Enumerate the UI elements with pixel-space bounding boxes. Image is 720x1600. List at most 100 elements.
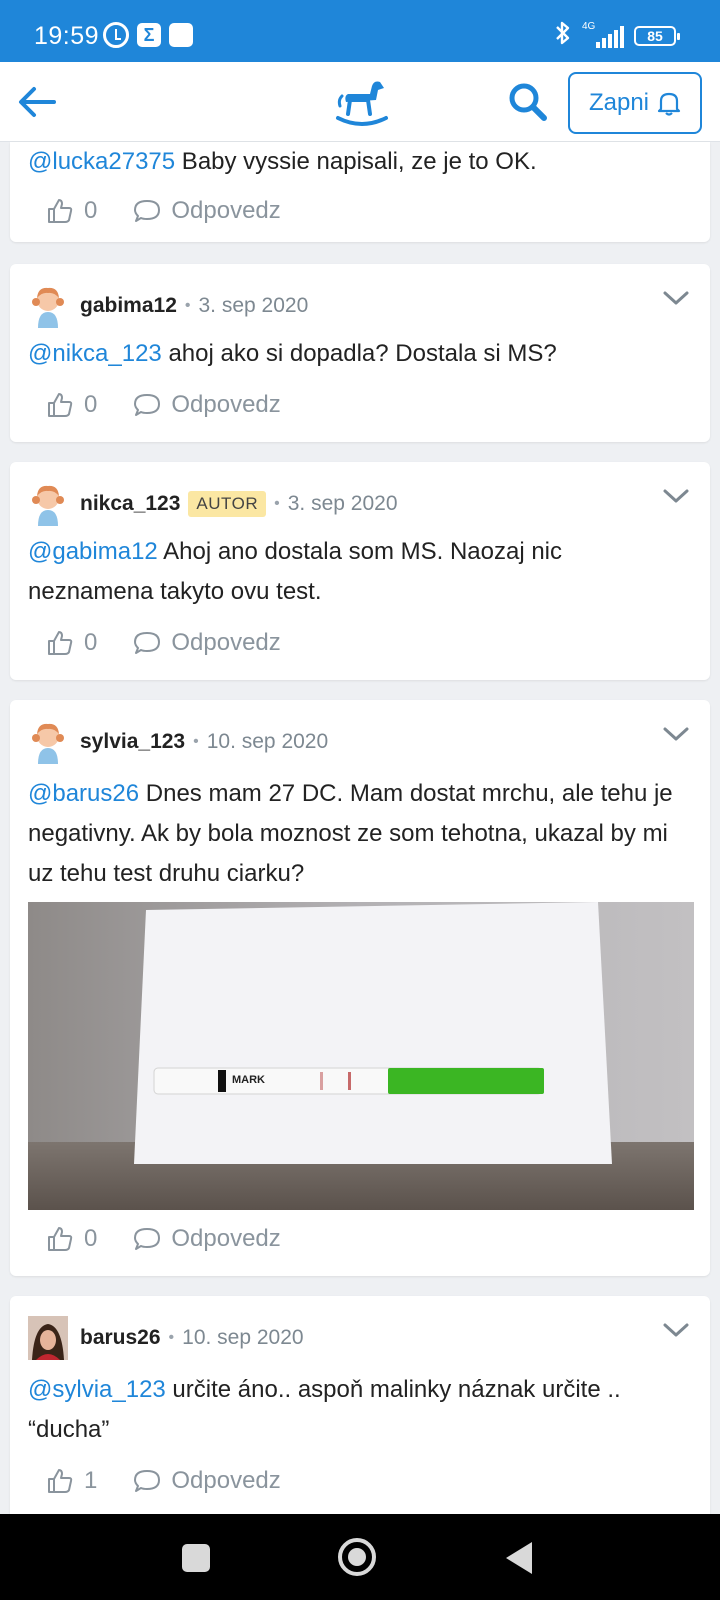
thumbs-up-icon bbox=[48, 1227, 73, 1251]
username[interactable]: barus26 bbox=[80, 1326, 161, 1350]
status-right-icons: 4G 85 bbox=[554, 20, 680, 51]
reply-button[interactable]: Odpovedz bbox=[133, 1467, 281, 1495]
speech-bubble-icon bbox=[134, 632, 161, 654]
comment-actions: 0 Odpovedz bbox=[46, 626, 281, 660]
test-mark-label: MARK bbox=[232, 1074, 265, 1086]
home-button[interactable] bbox=[338, 1538, 376, 1576]
arrow-left-icon bbox=[19, 87, 56, 117]
comment-actions: 0 Odpovedz bbox=[46, 388, 281, 422]
username[interactable]: gabima12 bbox=[80, 294, 177, 318]
speech-bubble-icon bbox=[134, 1228, 161, 1250]
avatar[interactable] bbox=[28, 1316, 68, 1360]
reply-button[interactable]: Odpovedz bbox=[133, 197, 281, 225]
separator-dot: • bbox=[274, 495, 280, 512]
speech-bubble-icon bbox=[134, 394, 161, 416]
chevron-down-icon[interactable] bbox=[662, 724, 690, 744]
network-type: 4G bbox=[582, 20, 596, 32]
like-button[interactable]: 0 bbox=[46, 391, 97, 419]
comment-date: 10. sep 2020 bbox=[182, 1326, 304, 1349]
comment-body: ahoj ako si dopadla? Dostala si MS? bbox=[161, 340, 557, 367]
attached-photo[interactable]: MARK bbox=[28, 902, 694, 1210]
app-bar: Zapni bbox=[0, 62, 720, 142]
speech-bubble-icon bbox=[134, 200, 161, 222]
status-time: 19:59 bbox=[34, 22, 100, 50]
comment-card: @lucka27375 Baby vyssie napisali, ze je … bbox=[10, 142, 710, 242]
comment-card: sylvia_123 • 10. sep 2020 @barus26 Dnes … bbox=[10, 700, 710, 1276]
search-icon bbox=[509, 83, 547, 121]
rocking-horse-icon bbox=[336, 81, 388, 126]
like-count: 0 bbox=[84, 629, 98, 656]
speech-bubble-icon bbox=[134, 1470, 161, 1492]
signal-icon: 4G bbox=[582, 20, 624, 48]
username[interactable]: sylvia_123 bbox=[80, 730, 185, 754]
avatar[interactable] bbox=[28, 482, 68, 526]
reply-button[interactable]: Odpovedz bbox=[133, 391, 281, 419]
reply-label: Odpovedz bbox=[171, 197, 281, 224]
comment-actions: 0 Odpovedz bbox=[46, 194, 281, 228]
mention-link[interactable]: @barus26 bbox=[28, 780, 139, 807]
recents-button[interactable] bbox=[182, 1544, 210, 1572]
thumbs-up-icon bbox=[48, 393, 73, 417]
comment-header: nikca_123 AUTOR • 3. sep 2020 bbox=[28, 482, 398, 526]
sigma-app-icon: Σ bbox=[137, 23, 161, 47]
comment-card: barus26 • 10. sep 2020 @sylvia_123 určit… bbox=[10, 1296, 710, 1514]
separator-dot: • bbox=[193, 733, 199, 750]
comment-date: 10. sep 2020 bbox=[206, 730, 329, 753]
comment-date: 3. sep 2020 bbox=[287, 492, 398, 515]
thumbs-up-icon bbox=[48, 631, 73, 655]
username[interactable]: nikca_123 bbox=[80, 492, 180, 516]
mention-link[interactable]: @sylvia_123 bbox=[28, 1376, 166, 1403]
bluetooth-icon bbox=[554, 20, 572, 51]
back-button[interactable] bbox=[14, 80, 60, 124]
zapni-notifications-button[interactable]: Zapni bbox=[568, 72, 702, 134]
search-button[interactable] bbox=[506, 80, 550, 124]
status-bar: 19:59 Σ 4G 85 bbox=[0, 0, 720, 62]
comment-card: nikca_123 AUTOR • 3. sep 2020 @gabima12 … bbox=[10, 462, 710, 680]
reply-label: Odpovedz bbox=[171, 1467, 281, 1494]
author-badge: AUTOR bbox=[188, 491, 267, 517]
alarm-icon bbox=[103, 22, 129, 48]
comment-text: @gabima12 Ahoj ano dostala som MS. Naoza… bbox=[28, 532, 692, 612]
reply-button[interactable]: Odpovedz bbox=[133, 629, 281, 657]
ovulation-test-photo: MARK bbox=[28, 902, 694, 1210]
system-back-button[interactable] bbox=[506, 1542, 532, 1574]
comment-text: @lucka27375 Baby vyssie napisali, ze je … bbox=[28, 142, 692, 182]
thumbs-up-icon bbox=[48, 1469, 73, 1493]
comment-body: Baby vyssie napisali, ze je to OK. bbox=[175, 148, 537, 175]
chevron-down-icon[interactable] bbox=[662, 288, 690, 308]
like-button[interactable]: 0 bbox=[46, 629, 97, 657]
reply-button[interactable]: Odpovedz bbox=[133, 1225, 281, 1253]
like-count: 0 bbox=[84, 1225, 98, 1252]
avatar[interactable] bbox=[28, 284, 68, 328]
comment-header: barus26 • 10. sep 2020 bbox=[28, 1316, 304, 1360]
chevron-down-icon[interactable] bbox=[662, 1320, 690, 1340]
like-count: 1 bbox=[84, 1467, 98, 1494]
rocking-horse-logo[interactable] bbox=[334, 76, 390, 128]
mention-link[interactable]: @gabima12 bbox=[28, 538, 158, 565]
comment-header: sylvia_123 • 10. sep 2020 bbox=[28, 720, 328, 764]
comment-text: @nikca_123 ahoj ako si dopadla? Dostala … bbox=[28, 334, 692, 374]
comment-actions: 0 Odpovedz bbox=[46, 1222, 281, 1256]
like-button[interactable]: 1 bbox=[46, 1467, 97, 1495]
system-nav-bar bbox=[0, 1514, 720, 1600]
comment-actions: 1 Odpovedz bbox=[46, 1464, 281, 1498]
separator-dot: • bbox=[184, 297, 191, 314]
mention-link[interactable]: @lucka27375 bbox=[28, 148, 175, 175]
thumbs-up-icon bbox=[48, 199, 73, 223]
chevron-down-icon[interactable] bbox=[662, 486, 690, 506]
avatar[interactable] bbox=[28, 720, 68, 764]
status-left-icons: Σ bbox=[103, 22, 193, 48]
comment-date: 3. sep 2020 bbox=[198, 294, 309, 317]
reply-label: Odpovedz bbox=[171, 391, 281, 418]
zapni-label: Zapni bbox=[588, 89, 650, 116]
reply-label: Odpovedz bbox=[171, 1225, 281, 1252]
like-count: 0 bbox=[84, 391, 98, 418]
comment-text: @barus26 Dnes mam 27 DC. Mam dostat mrch… bbox=[28, 774, 692, 894]
battery-icon: 85 bbox=[634, 25, 680, 46]
reply-label: Odpovedz bbox=[171, 629, 281, 656]
like-button[interactable]: 0 bbox=[46, 197, 97, 225]
like-button[interactable]: 0 bbox=[46, 1225, 97, 1253]
like-count: 0 bbox=[84, 197, 98, 224]
mention-link[interactable]: @nikca_123 bbox=[28, 340, 162, 367]
comment-header: gabima12 • 3. sep 2020 bbox=[28, 284, 308, 328]
